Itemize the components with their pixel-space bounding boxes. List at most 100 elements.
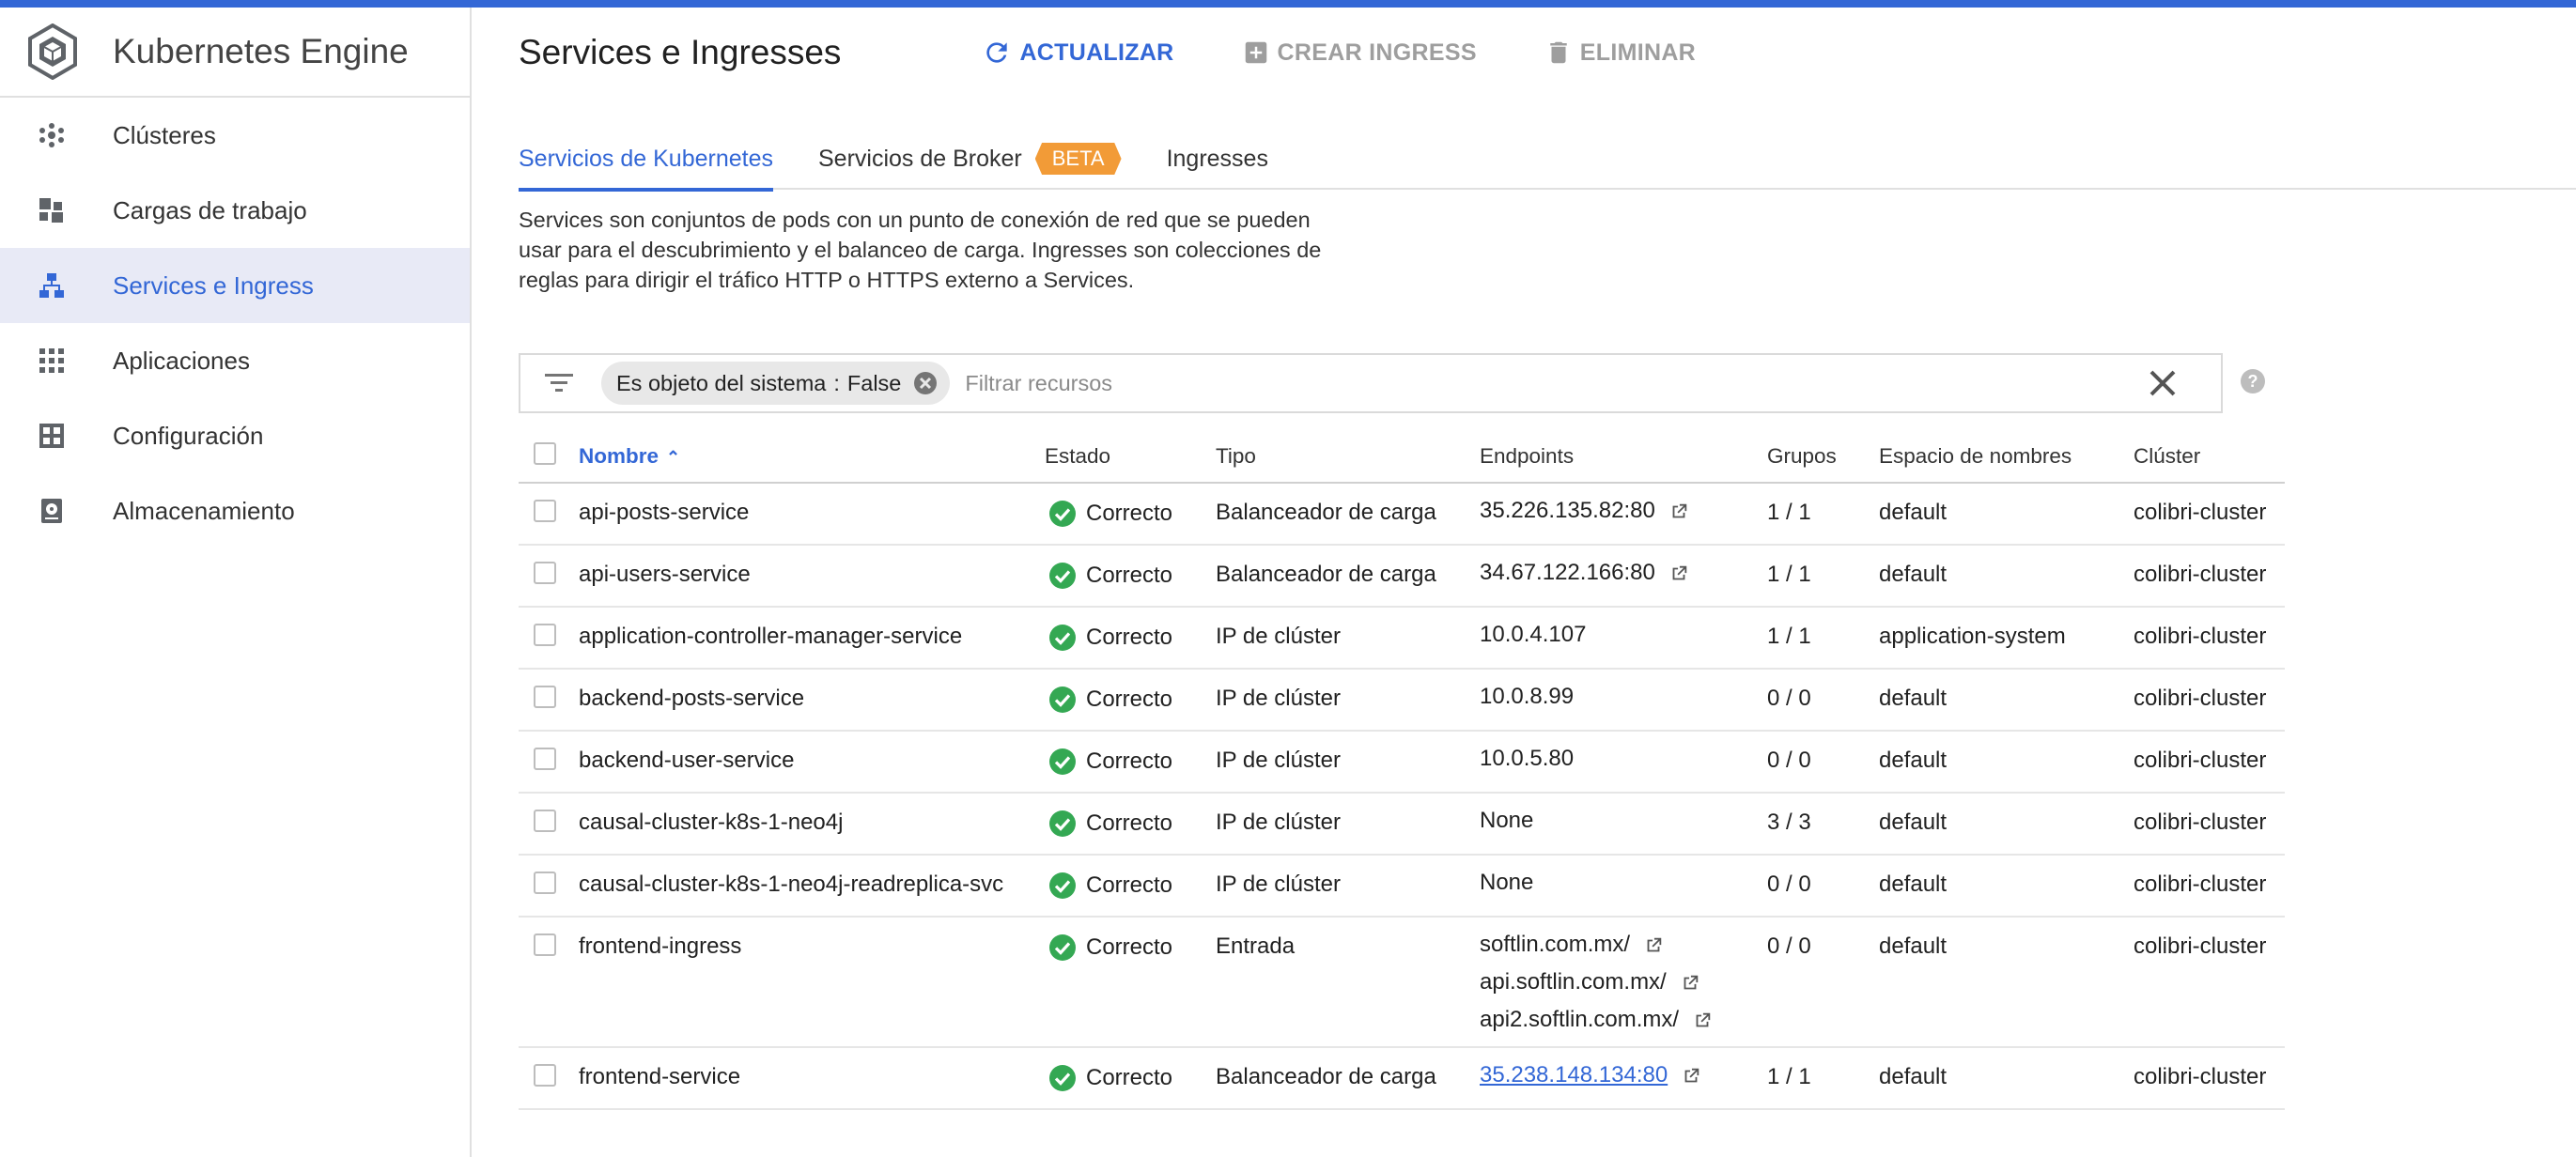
endpoint-text[interactable]: api2.softlin.com.mx/	[1480, 1007, 1679, 1032]
create-ingress-button[interactable]: CREAR INGRESS	[1242, 39, 1477, 67]
endpoint-text[interactable]: softlin.com.mx/	[1480, 932, 1630, 957]
endpoint-line: api2.softlin.com.mx/	[1480, 1009, 1767, 1046]
refresh-button[interactable]: ACTUALIZAR	[982, 38, 1173, 68]
status-cell: Correcto	[1045, 607, 1216, 670]
delete-button[interactable]: ELIMINAR	[1544, 39, 1696, 67]
groups-cell: 1 / 1	[1767, 1047, 1879, 1110]
status-badge: Correcto	[1045, 1064, 1216, 1092]
tab-ingresses[interactable]: Ingresses	[1167, 128, 1268, 190]
cluster-cell: colibri-cluster	[2134, 793, 2285, 856]
sidebar-item-label: Almacenamiento	[113, 496, 295, 525]
row-checkbox[interactable]	[534, 933, 556, 956]
table-row: causal-cluster-k8s-1-neo4j-readreplica-s…	[519, 855, 2285, 918]
check-circle-icon	[1048, 810, 1077, 838]
service-name-link[interactable]: frontend-ingress	[579, 933, 741, 959]
status-badge: Correcto	[1045, 500, 1216, 528]
page-description: Services son conjuntos de pods con un pu…	[519, 205, 1364, 295]
cluster-link[interactable]: colibri-cluster	[2134, 810, 2266, 835]
service-name-link[interactable]: application-controller-manager-service	[579, 624, 962, 649]
delete-label: ELIMINAR	[1579, 39, 1697, 66]
endpoint-line: 35.226.135.82:80	[1480, 500, 1767, 537]
groups-cell: 1 / 1	[1767, 545, 1879, 608]
endpoint-text[interactable]: 35.238.148.134:80	[1480, 1062, 1668, 1088]
service-name-link[interactable]: backend-posts-service	[579, 686, 804, 711]
status-cell: Correcto	[1045, 855, 1216, 918]
sidebar-item-label: Cargas de trabajo	[113, 195, 307, 224]
status-text: Correcto	[1086, 1065, 1173, 1090]
cluster-link[interactable]: colibri-cluster	[2134, 933, 2266, 959]
status-text: Correcto	[1086, 934, 1173, 960]
endpoint-text[interactable]: api.softlin.com.mx/	[1480, 969, 1667, 995]
workloads-icon	[36, 194, 68, 226]
cluster-link[interactable]: colibri-cluster	[2134, 686, 2266, 711]
service-name-link[interactable]: causal-cluster-k8s-1-neo4j	[579, 810, 843, 835]
description-line: Services son conjuntos de pods con un pu…	[519, 208, 1311, 232]
cluster-link[interactable]: colibri-cluster	[2134, 500, 2266, 525]
status-badge: Correcto	[1045, 624, 1216, 652]
header-namespace: Espacio de nombres	[1879, 430, 2134, 484]
open-in-new-icon[interactable]	[1681, 1066, 1701, 1087]
tab-broker-services[interactable]: Servicios de Broker BETA	[818, 128, 1122, 190]
namespace-cell: application-system	[1879, 607, 2134, 670]
cluster-link[interactable]: colibri-cluster	[2134, 562, 2266, 587]
row-checkbox[interactable]	[534, 686, 556, 708]
sidebar-item-storage[interactable]: Almacenamiento	[0, 473, 470, 548]
cluster-link[interactable]: colibri-cluster	[2134, 624, 2266, 649]
tab-kubernetes-services[interactable]: Servicios de Kubernetes	[519, 128, 773, 192]
row-checkbox[interactable]	[534, 1064, 556, 1087]
filter-list-icon[interactable]	[545, 372, 573, 394]
kubernetes-engine-logo-icon	[28, 23, 77, 80]
chip-remove-icon[interactable]	[912, 370, 939, 396]
cluster-link[interactable]: colibri-cluster	[2134, 748, 2266, 773]
sidebar-item-applications[interactable]: Aplicaciones	[0, 323, 470, 398]
groups-cell: 0 / 0	[1767, 855, 1879, 918]
row-checkbox-cell	[519, 1047, 579, 1110]
status-cell: Correcto	[1045, 669, 1216, 732]
open-in-new-icon[interactable]	[1680, 973, 1700, 994]
header-name[interactable]: Nombre ⌃	[579, 430, 1045, 484]
row-checkbox[interactable]	[534, 872, 556, 894]
sidebar-item-configuration[interactable]: Configuración	[0, 398, 470, 473]
endpoint-text[interactable]: 34.67.122.166:80	[1480, 560, 1655, 585]
service-name-cell: causal-cluster-k8s-1-neo4j-readreplica-s…	[579, 855, 1045, 918]
type-cell: IP de clúster	[1216, 669, 1480, 732]
open-in-new-icon[interactable]	[1692, 1010, 1713, 1031]
cluster-link[interactable]: colibri-cluster	[2134, 1064, 2266, 1089]
select-all-checkbox[interactable]	[534, 441, 556, 465]
open-in-new-icon[interactable]	[1668, 563, 1689, 584]
namespace-cell: default	[1879, 855, 2134, 918]
groups-cell: 0 / 0	[1767, 669, 1879, 732]
endpoint-line: 10.0.5.80	[1480, 748, 1767, 785]
sidebar-item-clusters[interactable]: Clústeres	[0, 98, 470, 173]
service-name-link[interactable]: backend-user-service	[579, 748, 794, 773]
status-text: Correcto	[1086, 810, 1173, 836]
cluster-cell: colibri-cluster	[2134, 1047, 2285, 1110]
service-name-link[interactable]: api-posts-service	[579, 500, 749, 525]
sidebar-item-workloads[interactable]: Cargas de trabajo	[0, 173, 470, 248]
sidebar-item-services[interactable]: Services e Ingress	[0, 248, 470, 323]
service-name-link[interactable]: causal-cluster-k8s-1-neo4j-readreplica-s…	[579, 872, 1003, 897]
service-name-link[interactable]: frontend-service	[579, 1064, 740, 1089]
cluster-link[interactable]: colibri-cluster	[2134, 872, 2266, 897]
tab-label: Ingresses	[1166, 145, 1268, 172]
clear-filter-close-icon[interactable]	[2146, 366, 2180, 400]
row-checkbox[interactable]	[534, 748, 556, 770]
service-name-cell: api-posts-service	[579, 483, 1045, 546]
namespace-cell: default	[1879, 669, 2134, 732]
row-checkbox[interactable]	[534, 500, 556, 522]
filter-chip[interactable]: Es objeto del sistema : False	[601, 362, 951, 405]
endpoints-cell: 35.238.148.134:80	[1480, 1047, 1767, 1110]
help-icon[interactable]: ?	[2240, 368, 2266, 394]
status-text: Correcto	[1086, 563, 1173, 588]
header-type: Tipo	[1216, 430, 1480, 484]
row-checkbox[interactable]	[534, 562, 556, 584]
table-row: causal-cluster-k8s-1-neo4j Correcto IP de …	[519, 793, 2285, 856]
filter-input[interactable]	[965, 364, 2146, 402]
open-in-new-icon[interactable]	[1668, 501, 1689, 522]
open-in-new-icon[interactable]	[1643, 935, 1664, 956]
row-checkbox[interactable]	[534, 810, 556, 832]
service-name-cell: application-controller-manager-service	[579, 607, 1045, 670]
row-checkbox[interactable]	[534, 624, 556, 646]
service-name-link[interactable]: api-users-service	[579, 562, 751, 587]
endpoint-text[interactable]: 35.226.135.82:80	[1480, 498, 1655, 523]
